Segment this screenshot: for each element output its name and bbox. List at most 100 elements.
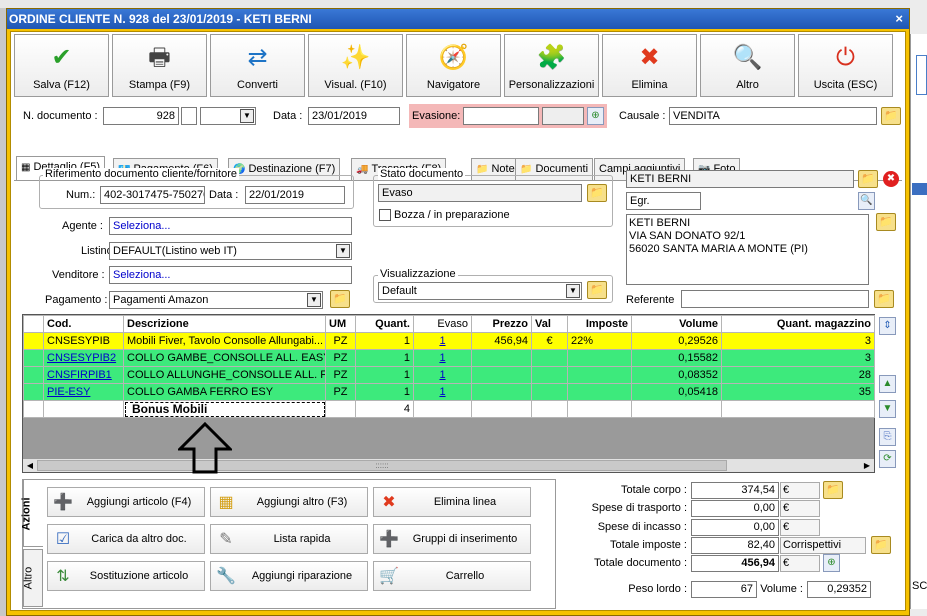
cell-val[interactable] — [531, 366, 568, 384]
action-button-1[interactable]: ▦ Aggiungi altro (F3) — [210, 487, 368, 517]
scroll-thumb[interactable]: :::::: — [37, 460, 727, 471]
folder-icon[interactable]: 📁 — [587, 184, 607, 202]
cell-quant[interactable]: 4 — [355, 400, 414, 418]
visualizzazione-select[interactable]: Default — [378, 282, 582, 300]
spese-incasso-value[interactable]: 0,00 — [691, 519, 779, 536]
cell-um[interactable]: PZ — [325, 383, 356, 401]
cell-prezzo[interactable] — [471, 349, 532, 367]
chevron-down-icon[interactable]: ▼ — [336, 244, 350, 258]
cell-imposte[interactable] — [567, 366, 632, 384]
cell-qmag[interactable] — [721, 400, 875, 418]
riferimento-data-input[interactable]: 22/01/2019 — [245, 186, 345, 204]
volume-value[interactable]: 0,29352 — [807, 581, 871, 598]
bozza-checkbox[interactable] — [379, 209, 391, 221]
row-selector[interactable] — [23, 366, 44, 384]
row-selector[interactable] — [23, 349, 44, 367]
cell-volume[interactable]: 0,15582 — [631, 349, 722, 367]
cell-imposte[interactable] — [567, 400, 632, 418]
toolbar-button-6[interactable]: ✖ Elimina — [602, 34, 697, 97]
action-button-5[interactable]: ➕ Gruppi di inserimento — [373, 524, 531, 554]
cell-volume[interactable]: 0,29526 — [631, 332, 722, 350]
cell-volume[interactable]: 0,08352 — [631, 366, 722, 384]
table-row[interactable]: CNSESYPIB Mobili Fiver, Tavolo Consolle A… — [23, 332, 875, 350]
action-button-2[interactable]: ✖ Elimina linea — [373, 487, 531, 517]
data-input[interactable]: 23/01/2019 — [308, 107, 400, 125]
cell-qmag[interactable]: 28 — [721, 366, 875, 384]
cell-quant[interactable]: 1 — [355, 349, 414, 367]
cell-qmag[interactable]: 3 — [721, 332, 875, 350]
cell-qmag[interactable]: 35 — [721, 383, 875, 401]
cell-um[interactable]: PZ — [325, 366, 356, 384]
listino-select[interactable]: DEFAULT(Listino web IT) — [109, 242, 352, 260]
close-icon[interactable]: × — [895, 9, 903, 29]
horizontal-scrollbar[interactable]: ◀ :::::: ▶ — [23, 458, 874, 472]
action-button-3[interactable]: ☑ Carica da altro doc. — [47, 524, 205, 554]
move-up-icon[interactable]: ▲ — [879, 375, 896, 393]
search-icon[interactable]: ⊕ — [587, 107, 604, 125]
cell-evaso[interactable] — [413, 400, 472, 418]
cell-val[interactable] — [531, 349, 568, 367]
folder-icon[interactable]: 📁 — [871, 536, 891, 554]
cliente-title-input[interactable]: Egr. — [626, 192, 701, 210]
cell-qmag[interactable]: 3 — [721, 349, 875, 367]
cell-quant[interactable]: 1 — [355, 383, 414, 401]
referente-input[interactable] — [681, 290, 869, 308]
cell-val[interactable]: € — [531, 332, 568, 350]
action-button-7[interactable]: 🔧 Aggiungi riparazione — [210, 561, 368, 591]
column-header[interactable]: Prezzo — [471, 315, 532, 333]
cell-cod[interactable] — [43, 400, 124, 418]
clear-icon[interactable]: ✖ — [883, 171, 899, 187]
cell-quant[interactable]: 1 — [355, 332, 414, 350]
evasione-extra-input[interactable] — [542, 107, 584, 125]
search-icon[interactable]: 🔍 — [858, 192, 875, 210]
folder-icon[interactable]: 📁 — [587, 281, 607, 299]
action-button-0[interactable]: ➕ Aggiungi articolo (F4) — [47, 487, 205, 517]
riferimento-num-input[interactable]: 402-3017475-750270 — [100, 186, 205, 204]
ndoc-suffix-input[interactable] — [181, 107, 197, 125]
cell-imposte[interactable]: 22% — [567, 332, 632, 350]
cell-prezzo[interactable]: 456,94 — [471, 332, 532, 350]
folder-icon[interactable]: 📁 — [874, 290, 894, 308]
evasione-input[interactable] — [463, 107, 539, 125]
cell-desc[interactable]: COLLO ALLUNGHE_CONSOLLE ALL. FI... — [123, 366, 326, 384]
spese-trasporto-value[interactable]: 0,00 — [691, 500, 779, 517]
toolbar-button-3[interactable]: ✨ Visual. (F10) — [308, 34, 403, 97]
causale-input[interactable]: VENDITA — [669, 107, 877, 125]
action-button-8[interactable]: 🛒 Carrello — [373, 561, 531, 591]
agente-input[interactable]: Seleziona... — [109, 217, 352, 235]
cell-cod[interactable]: CNSESYPIB — [43, 332, 124, 350]
folder-icon[interactable]: 📁 — [858, 170, 878, 188]
cell-cod[interactable]: CNSFIRPIB1 — [43, 366, 124, 384]
action-button-6[interactable]: ⇅ Sostituzione articolo — [47, 561, 205, 591]
cell-val[interactable] — [531, 400, 568, 418]
cell-desc[interactable]: Bonus Mobili — [123, 400, 326, 418]
cell-um[interactable] — [325, 400, 356, 418]
cell-evaso[interactable]: 1 — [413, 349, 472, 367]
row-selector[interactable] — [23, 400, 44, 418]
ndoc-input[interactable]: 928 — [103, 107, 179, 125]
cell-evaso[interactable]: 1 — [413, 332, 472, 350]
copy-icon[interactable]: ⎘ — [879, 428, 896, 446]
column-header[interactable]: Quant. — [355, 315, 414, 333]
toolbar-button-7[interactable]: 🔍 Altro — [700, 34, 795, 97]
tab-azioni[interactable]: Azioni — [21, 479, 43, 547]
column-header[interactable]: Cod. — [43, 315, 124, 333]
cell-prezzo[interactable] — [471, 366, 532, 384]
table-row[interactable]: Bonus Mobili 4 — [23, 400, 875, 418]
toolbar-button-8[interactable]: ⏻ Uscita (ESC) — [798, 34, 893, 97]
folder-icon[interactable]: 📁 — [881, 107, 901, 125]
chevron-down-icon[interactable]: ▼ — [307, 293, 321, 307]
toolbar-button-5[interactable]: 🧩 Personalizzazioni — [504, 34, 599, 97]
column-header[interactable]: Volume — [631, 315, 722, 333]
row-selector[interactable] — [23, 332, 44, 350]
column-header[interactable]: Val — [531, 315, 568, 333]
cell-imposte[interactable] — [567, 383, 632, 401]
search-icon[interactable]: ⊕ — [823, 554, 840, 572]
pagamento-select[interactable]: Pagamenti Amazon — [109, 291, 323, 309]
toolbar-button-0[interactable]: ✔ Salva (F12) — [14, 34, 109, 97]
folder-icon[interactable]: 📁 — [330, 290, 350, 308]
row-selector[interactable] — [23, 383, 44, 401]
toolbar-button-2[interactable]: ⇄ Converti — [210, 34, 305, 97]
cell-volume[interactable] — [631, 400, 722, 418]
cell-prezzo[interactable] — [471, 400, 532, 418]
